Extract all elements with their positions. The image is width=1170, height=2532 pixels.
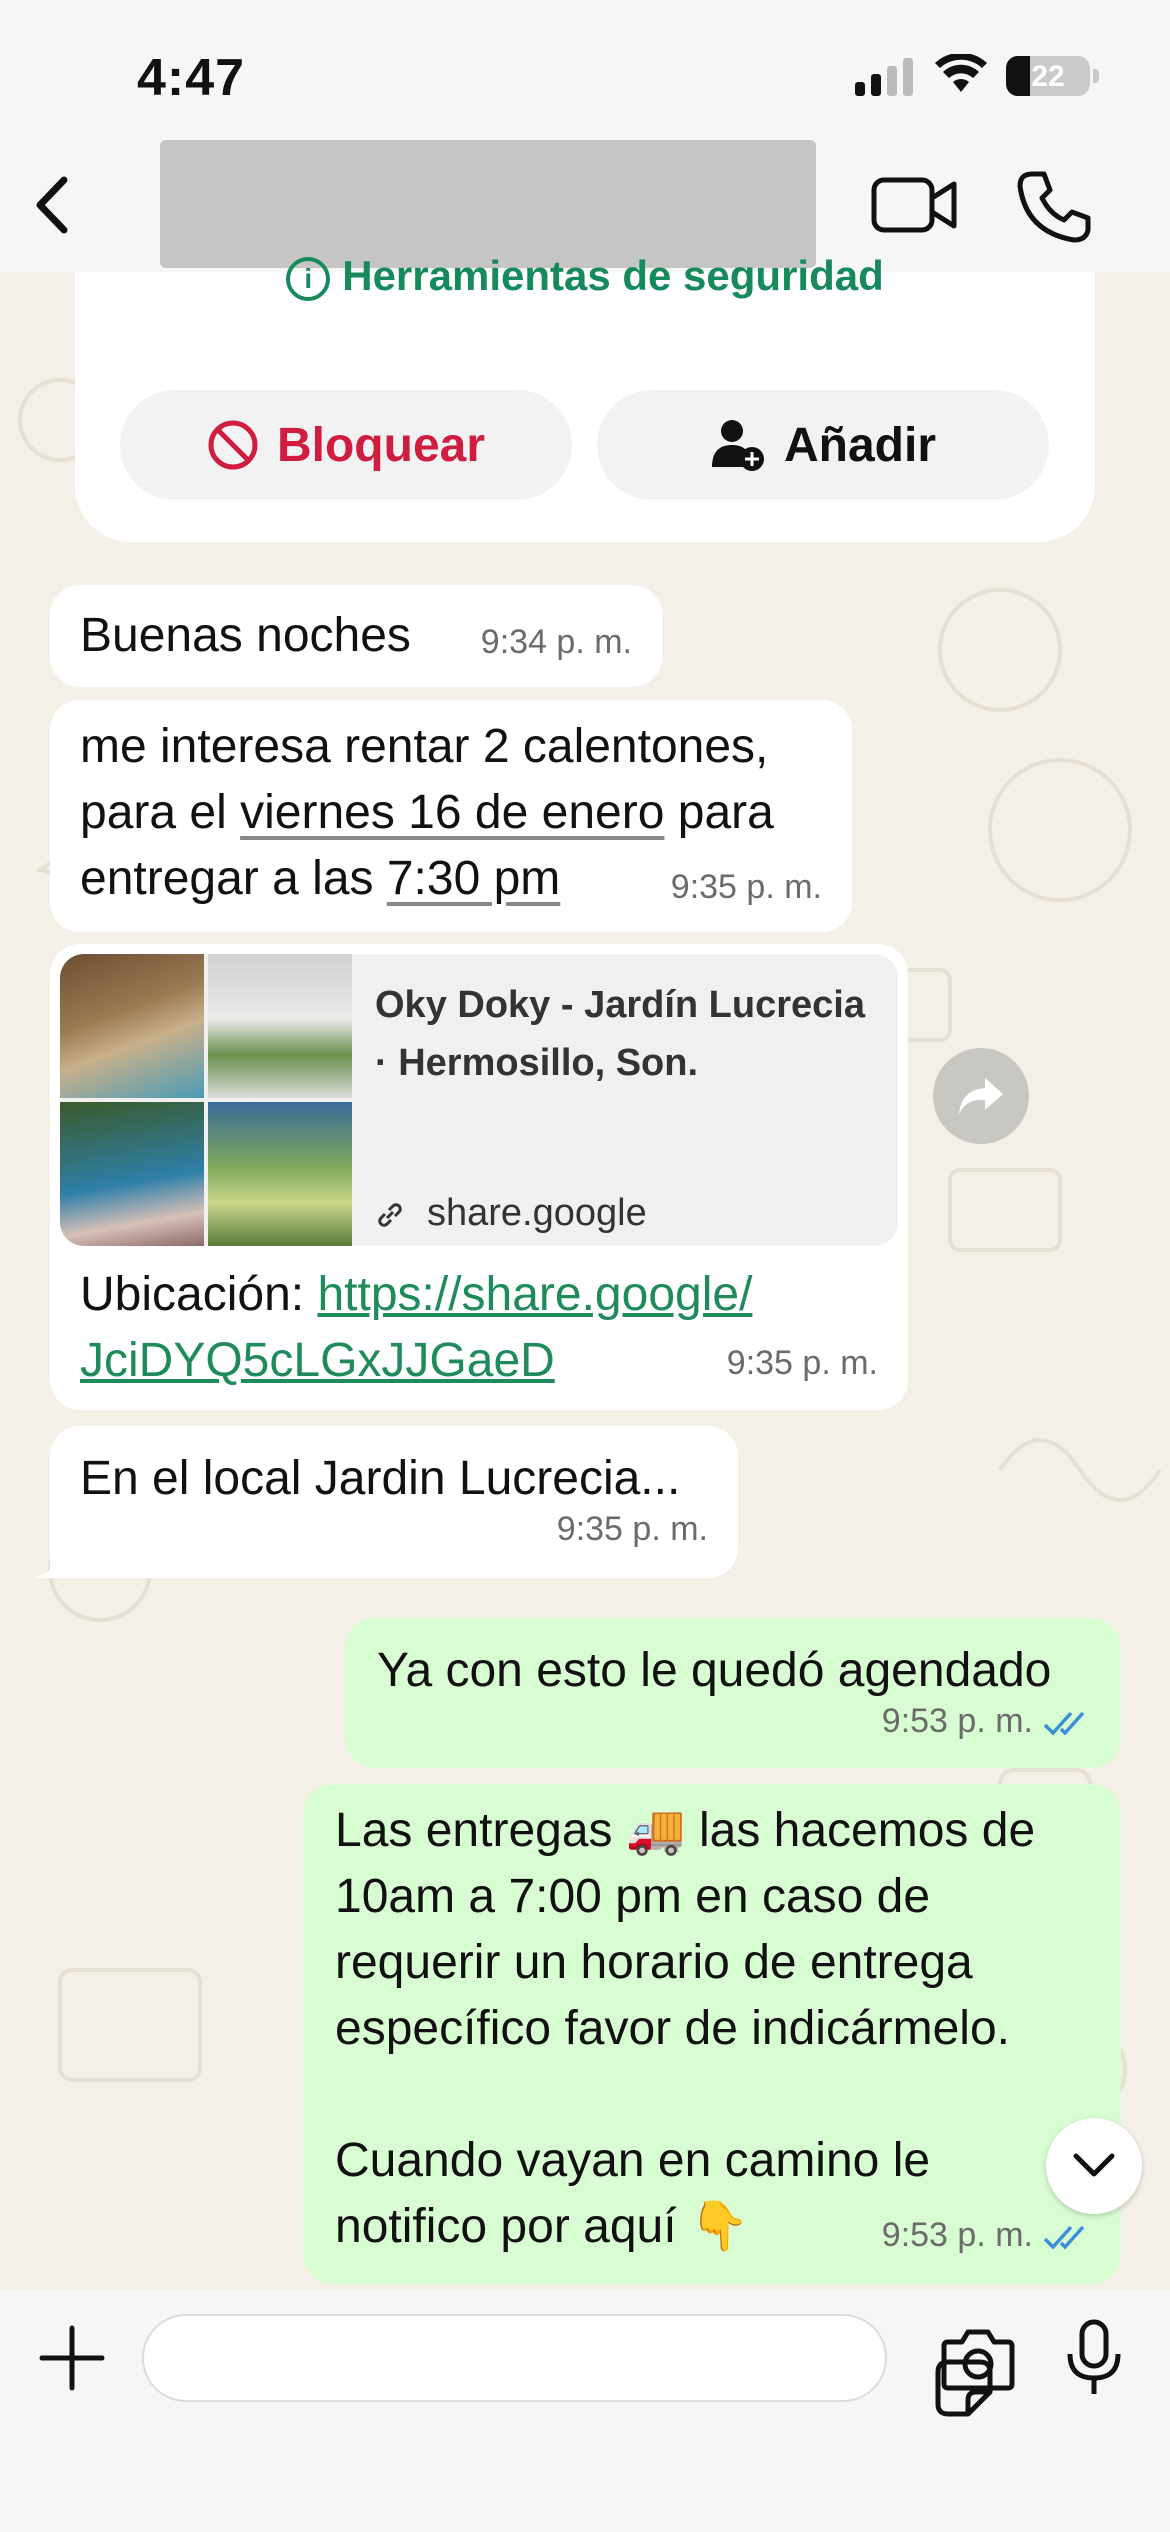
add-person-icon [711, 420, 764, 471]
message-bubble-outgoing[interactable]: Ya con esto le quedó agendado 9:53 p. m. [345, 1618, 1121, 1768]
cellular-signal-icon [855, 58, 913, 96]
status-bar: 4:47 22 [0, 0, 1170, 140]
security-tools-link[interactable]: i Herramientas de seguridad [75, 252, 1095, 301]
message-bubble-incoming[interactable]: En el local Jardin Lucrecia... 9:35 p. m… [50, 1426, 738, 1578]
time-link[interactable]: 7:30 pm [387, 852, 560, 905]
message-line: Cuando vayan en camino le [335, 2134, 931, 2187]
location-title: Oky Doky - Jardín Lucrecia · Hermosillo,… [375, 984, 865, 1084]
message-meta: 9:53 p. m. [882, 2202, 1091, 2268]
message-input[interactable] [142, 2314, 993, 2417]
location-photo [208, 954, 352, 1098]
location-photo [60, 1102, 204, 1246]
block-button[interactable]: Bloquear [120, 390, 572, 500]
battery-icon: 22 [1006, 56, 1090, 96]
message-text-part: para [664, 786, 774, 839]
message-time: 9:34 p. m. [480, 623, 632, 661]
date-link[interactable]: viernes 16 de enero [240, 786, 664, 839]
message-time: 9:35 p. m. [670, 868, 822, 906]
add-label: Añadir [783, 418, 936, 472]
message-text-part: entregar a las [80, 852, 387, 905]
forward-arrow-icon [959, 1078, 1003, 1114]
video-call-icon[interactable] [870, 170, 960, 240]
microphone-icon[interactable] [1064, 2318, 1124, 2398]
message-line: específico favor de indicármelo. [335, 2002, 1010, 2055]
link-icon [378, 1203, 402, 1227]
location-thumbnails [60, 954, 356, 1246]
location-photo [208, 1102, 352, 1246]
message-time: 9:35 p. m. [556, 1510, 708, 1548]
message-line: Las entregas 🚚 las hacemos de [335, 1804, 1036, 1857]
message-text-part: me interesa rentar 2 calentones, [80, 720, 769, 773]
read-ticks-icon [1043, 1711, 1085, 1736]
message-line: 10am a 7:00 pm en caso de [335, 1870, 931, 1923]
location-domain-text: share.google [427, 1192, 647, 1234]
location-url-link[interactable]: https://share.google/ [317, 1268, 752, 1321]
message-text: Las entregas 🚚 las hacemos de 10am a 7:0… [335, 1798, 1095, 2260]
location-photo [60, 954, 204, 1098]
phone-call-icon[interactable] [1014, 168, 1094, 244]
message-bubble-incoming[interactable]: Buenas noches 9:34 p. m. [50, 585, 662, 687]
scroll-to-bottom-button[interactable] [1046, 2118, 1142, 2214]
message-time: 9:53 p. m. [881, 1702, 1033, 1740]
back-chevron-icon[interactable] [20, 170, 90, 240]
forward-button[interactable] [933, 1048, 1029, 1144]
location-domain: share.google [375, 1180, 647, 1246]
message-text: Buenas noches [80, 609, 411, 662]
message-text-part: para el [80, 786, 241, 839]
message-bubble-incoming[interactable]: me interesa rentar 2 calentones, para el… [50, 700, 852, 932]
add-contact-button[interactable]: Añadir [597, 390, 1049, 500]
message-bubble-outgoing[interactable]: Las entregas 🚚 las hacemos de 10am a 7:0… [303, 1784, 1121, 2284]
plus-icon[interactable] [34, 2320, 110, 2396]
chevron-down-icon [1073, 2153, 1115, 2177]
status-time: 4:47 [137, 49, 246, 107]
message-input-bar [0, 2290, 1170, 2532]
battery-level: 22 [1031, 60, 1065, 93]
security-tools-card: i Herramientas de seguridad Bloquear Añad… [75, 252, 1095, 542]
info-icon: i [286, 256, 331, 301]
battery-tip [1093, 69, 1099, 83]
block-label: Bloquear [276, 418, 486, 472]
location-url-link-cont[interactable]: JciDYQ5cLGxJJGaeD [80, 1334, 555, 1387]
message-line: requerir un horario de entrega [335, 1936, 973, 1989]
message-bubble-incoming[interactable]: Oky Doky - Jardín Lucrecia · Hermosillo,… [50, 944, 908, 1410]
message-time: 9:35 p. m. [726, 1344, 878, 1382]
message-text-prefix: Ubicación: [80, 1268, 318, 1321]
message-time: 9:53 p. m. [881, 2216, 1033, 2254]
block-icon [208, 420, 258, 470]
message-meta: 9:53 p. m. [882, 1688, 1091, 1754]
read-ticks-icon [1043, 2225, 1085, 2250]
location-preview-card[interactable]: Oky Doky - Jardín Lucrecia · Hermosillo,… [60, 954, 898, 1246]
camera-icon[interactable] [940, 2326, 1016, 2392]
security-tools-label: Herramientas de seguridad [342, 252, 884, 299]
contact-name-redacted[interactable] [160, 140, 816, 268]
wifi-icon [935, 54, 987, 92]
